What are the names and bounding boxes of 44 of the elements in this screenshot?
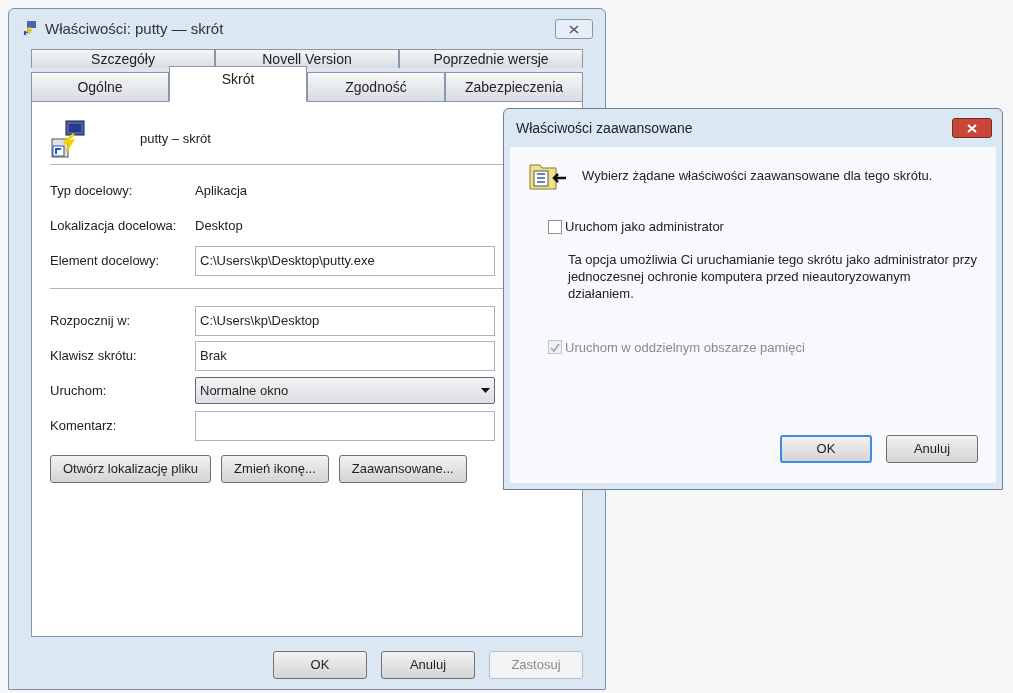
- tab[interactable]: Ogólne: [31, 72, 169, 102]
- dropdown-arrow-icon: [481, 388, 490, 393]
- field-label: Typ docelowy:: [50, 181, 134, 200]
- shortcut-name: putty – skrót: [140, 130, 211, 149]
- text-field[interactable]: [195, 410, 495, 441]
- checkbox[interactable]: [548, 219, 562, 234]
- close-icon: [967, 123, 977, 133]
- tab[interactable]: Poprzednie wersje: [399, 49, 583, 68]
- tab[interactable]: Novell Version: [215, 49, 399, 68]
- button[interactable]: Zmień ikonę...: [221, 455, 329, 483]
- button[interactable]: Otwórz lokalizację pliku: [50, 455, 212, 483]
- button[interactable]: OK: [780, 435, 872, 463]
- button[interactable]: Zaawansowane...: [338, 455, 467, 483]
- option-description: Ta opcja umożliwia Ci uruchamianie tego skrótu jako administrator przy jednoczesnej ochronie komputera przed nieautoryzowanym działaniem.: [566, 250, 978, 302]
- close-icon: [569, 24, 579, 34]
- text-field[interactable]: C:\Users\kp\Desktop\putty.exe: [195, 245, 495, 276]
- dropdown-value: Normalne okno: [200, 381, 289, 400]
- field-label: Element docelowy:: [50, 251, 161, 270]
- dropdown[interactable]: Normalne okno: [195, 377, 495, 404]
- checkbox-label: Uruchom w oddzielnym obszarze pamięci: [565, 338, 805, 357]
- shortcut-icon: [21, 20, 39, 38]
- button[interactable]: OK: [273, 651, 367, 679]
- field-label: Rozpocznij w:: [50, 311, 132, 330]
- close-button[interactable]: [952, 118, 992, 138]
- tab[interactable]: Szczegóły: [31, 49, 215, 68]
- field-label: Komentarz:: [50, 416, 118, 435]
- field-label: Lokalizacja docelowa:: [50, 216, 178, 235]
- close-button[interactable]: [555, 19, 593, 39]
- window-title: Właściwości: putty — skrót: [45, 18, 224, 39]
- tab[interactable]: Skrót: [169, 66, 307, 102]
- button[interactable]: Anuluj: [381, 651, 475, 679]
- checkbox-label: Uruchom jako administrator: [565, 218, 724, 236]
- button[interactable]: Anuluj: [886, 435, 978, 463]
- tab[interactable]: Zgodność: [307, 72, 445, 102]
- field-label: Uruchom:: [50, 381, 108, 400]
- field-value: Desktop: [195, 216, 243, 235]
- text-field[interactable]: Brak: [195, 340, 495, 371]
- tab[interactable]: Zabezpieczenia: [445, 72, 583, 102]
- text-field[interactable]: C:\Users\kp\Desktop: [195, 305, 495, 336]
- folder-list-icon: [528, 161, 568, 191]
- dialog-title: Właściwości zaawansowane: [516, 118, 693, 138]
- field-label: Klawisz skrótu:: [50, 346, 138, 365]
- dialog-instruction: Wybierz żądane właściwości zaawansowane dla tego skrótu.: [582, 167, 933, 186]
- field-value: Aplikacja: [195, 181, 248, 200]
